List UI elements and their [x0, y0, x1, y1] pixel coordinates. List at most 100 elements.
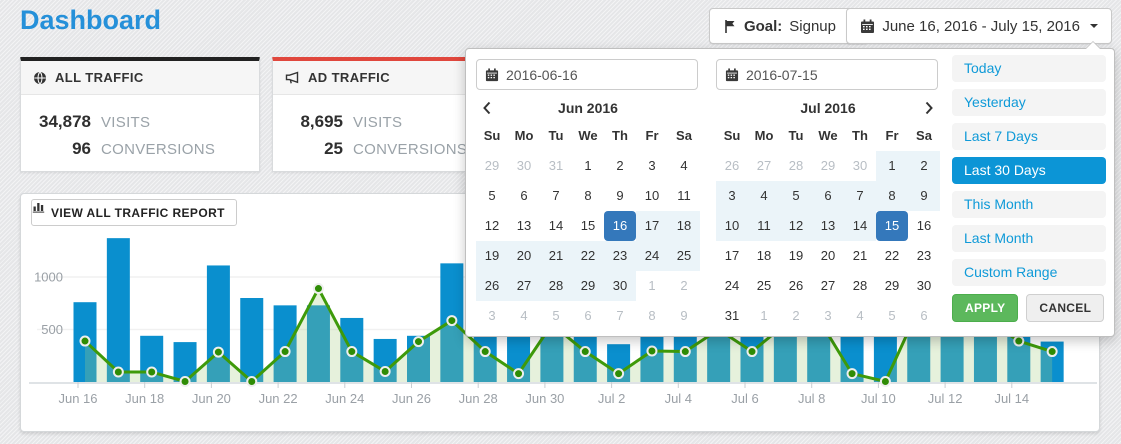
calendar-day[interactable]: 4 — [844, 301, 876, 331]
calendar-day[interactable]: 1 — [636, 271, 668, 301]
date-range-button[interactable]: June 16, 2016 - July 15, 2016 — [846, 8, 1112, 44]
calendar-day[interactable]: 5 — [780, 181, 812, 211]
calendar-day[interactable]: 3 — [716, 181, 748, 211]
conversions-point[interactable] — [347, 347, 356, 356]
calendar-day[interactable]: 8 — [572, 181, 604, 211]
calendar-day[interactable]: 23 — [604, 241, 636, 271]
calendar-day[interactable]: 13 — [508, 211, 540, 241]
conversions-point[interactable] — [314, 284, 323, 293]
apply-button[interactable]: APPLY — [952, 294, 1018, 322]
calendar-day[interactable]: 4 — [508, 301, 540, 331]
conversions-point[interactable] — [748, 347, 757, 356]
conversions-point[interactable] — [147, 368, 156, 377]
calendar-day[interactable]: 17 — [716, 241, 748, 271]
calendar-day[interactable]: 16 — [908, 211, 940, 241]
calendar-day[interactable]: 18 — [748, 241, 780, 271]
conversions-point[interactable] — [181, 377, 190, 386]
range-option-custom-range[interactable]: Custom Range — [952, 259, 1106, 286]
calendar-day[interactable]: 2 — [780, 301, 812, 331]
calendar-day[interactable]: 2 — [604, 151, 636, 181]
calendar-day[interactable]: 27 — [508, 271, 540, 301]
chevron-left-icon[interactable] — [478, 99, 496, 117]
conversions-point[interactable] — [1048, 347, 1057, 356]
calendar-day[interactable]: 27 — [812, 271, 844, 301]
calendar-day[interactable]: 28 — [540, 271, 572, 301]
calendar-day[interactable]: 19 — [476, 241, 508, 271]
conversions-point[interactable] — [214, 348, 223, 357]
calendar-day[interactable]: 12 — [476, 211, 508, 241]
calendar-day[interactable]: 9 — [604, 181, 636, 211]
calendar-day[interactable]: 5 — [876, 301, 908, 331]
calendar-day[interactable]: 4 — [748, 181, 780, 211]
range-option-yesterday[interactable]: Yesterday — [952, 89, 1106, 116]
calendar-day[interactable]: 3 — [636, 151, 668, 181]
calendar-day[interactable]: 26 — [476, 271, 508, 301]
conversions-point[interactable] — [414, 337, 423, 346]
conversions-point[interactable] — [848, 369, 857, 378]
calendar-day[interactable]: 13 — [812, 211, 844, 241]
calendar-day[interactable]: 27 — [748, 151, 780, 181]
goal-selector-button[interactable]: Goal: Signup — [709, 8, 868, 44]
conversions-point[interactable] — [247, 377, 256, 386]
calendar-day[interactable]: 26 — [780, 271, 812, 301]
calendar-day[interactable]: 30 — [908, 271, 940, 301]
calendar-day[interactable]: 7 — [540, 181, 572, 211]
calendar-day[interactable]: 29 — [812, 151, 844, 181]
calendar-day[interactable]: 11 — [748, 211, 780, 241]
calendar-day[interactable]: 21 — [844, 241, 876, 271]
calendar-day[interactable]: 5 — [540, 301, 572, 331]
calendar-day[interactable]: 29 — [876, 271, 908, 301]
conversions-point[interactable] — [481, 347, 490, 356]
calendar-day[interactable]: 7 — [604, 301, 636, 331]
conversions-point[interactable] — [881, 377, 890, 386]
calendar-day[interactable]: 15 — [876, 211, 908, 241]
calendar-day[interactable]: 25 — [748, 271, 780, 301]
visits-bar[interactable] — [240, 298, 263, 382]
calendar-day[interactable]: 12 — [780, 211, 812, 241]
calendar-day[interactable]: 4 — [668, 151, 700, 181]
calendar-day[interactable]: 31 — [716, 301, 748, 331]
conversions-point[interactable] — [381, 367, 390, 376]
start-date-input[interactable] — [506, 67, 666, 83]
calendar-day[interactable]: 2 — [668, 271, 700, 301]
calendar-day[interactable]: 10 — [716, 211, 748, 241]
calendar-day[interactable]: 3 — [812, 301, 844, 331]
calendar-day[interactable]: 22 — [572, 241, 604, 271]
range-option-this-month[interactable]: This Month — [952, 191, 1106, 218]
calendar-day[interactable]: 2 — [908, 151, 940, 181]
range-option-last-30-days[interactable]: Last 30 Days — [952, 157, 1106, 184]
range-option-today[interactable]: Today — [952, 55, 1106, 82]
conversions-point[interactable] — [681, 347, 690, 356]
calendar-day[interactable]: 30 — [844, 151, 876, 181]
calendar-day[interactable]: 1 — [572, 151, 604, 181]
calendar-day[interactable]: 9 — [908, 181, 940, 211]
calendar-day[interactable]: 6 — [908, 301, 940, 331]
calendar-day[interactable]: 23 — [908, 241, 940, 271]
range-option-last-7-days[interactable]: Last 7 Days — [952, 123, 1106, 150]
calendar-day[interactable]: 30 — [508, 151, 540, 181]
calendar-day[interactable]: 6 — [508, 181, 540, 211]
calendar-day[interactable]: 29 — [476, 151, 508, 181]
calendar-day[interactable]: 24 — [636, 241, 668, 271]
view-all-traffic-report-button[interactable]: VIEW ALL TRAFFIC REPORT — [31, 199, 237, 226]
chevron-right-icon[interactable] — [920, 99, 938, 117]
calendar-day[interactable]: 1 — [748, 301, 780, 331]
calendar-day[interactable]: 7 — [844, 181, 876, 211]
calendar-day[interactable]: 29 — [572, 271, 604, 301]
calendar-day[interactable]: 14 — [540, 211, 572, 241]
conversions-point[interactable] — [1014, 337, 1023, 346]
calendar-day[interactable]: 28 — [844, 271, 876, 301]
calendar-day[interactable]: 15 — [572, 211, 604, 241]
conversions-point[interactable] — [281, 347, 290, 356]
calendar-day[interactable]: 8 — [636, 301, 668, 331]
calendar-day[interactable]: 25 — [668, 241, 700, 271]
calendar-day[interactable]: 26 — [716, 151, 748, 181]
conversions-point[interactable] — [447, 316, 456, 325]
range-option-last-month[interactable]: Last Month — [952, 225, 1106, 252]
calendar-day[interactable]: 20 — [812, 241, 844, 271]
cancel-button[interactable]: CANCEL — [1026, 294, 1104, 322]
calendar-day[interactable]: 20 — [508, 241, 540, 271]
conversions-point[interactable] — [114, 368, 123, 377]
end-date-input[interactable] — [746, 67, 906, 83]
calendar-day[interactable]: 9 — [668, 301, 700, 331]
